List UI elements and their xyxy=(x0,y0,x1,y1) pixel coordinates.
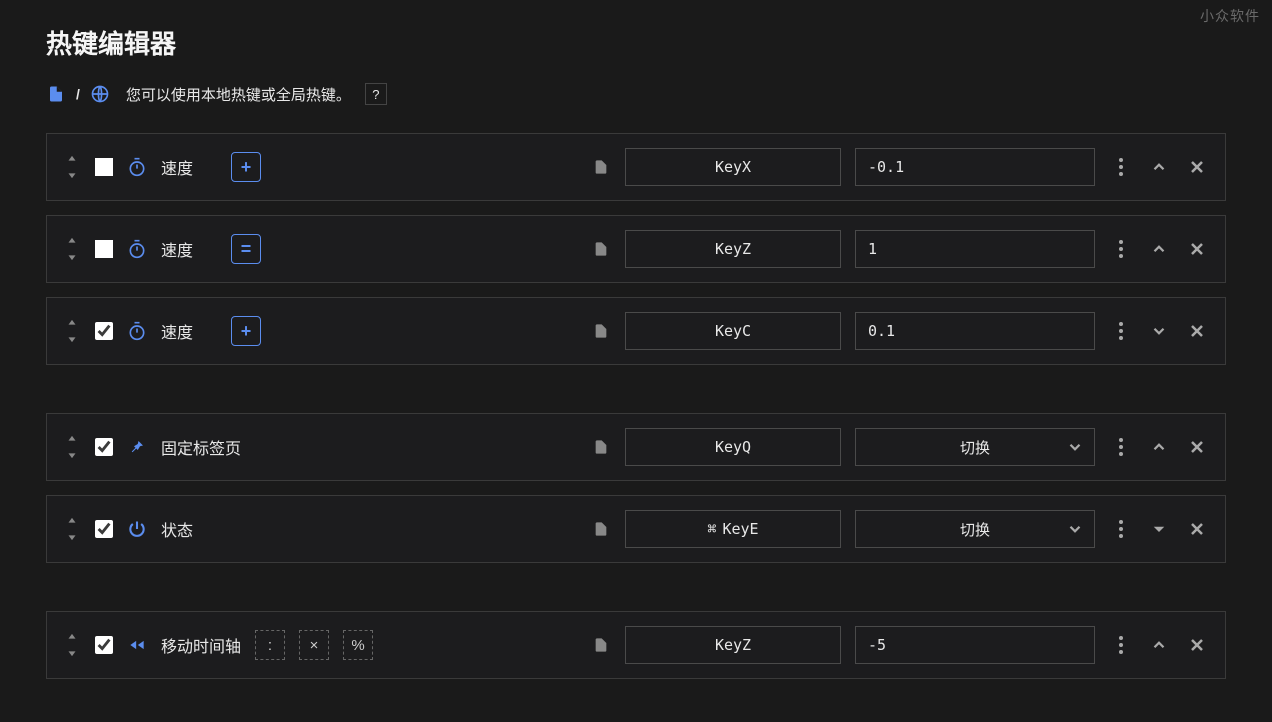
row-label: 移动时间轴 xyxy=(161,633,241,657)
row-label: 固定标签页 xyxy=(161,435,241,459)
drag-handle[interactable] xyxy=(63,515,81,543)
mode-select[interactable]: 切换 xyxy=(855,510,1095,548)
help-button[interactable]: ? xyxy=(365,83,387,105)
expand-button[interactable] xyxy=(1147,319,1171,343)
file-icon xyxy=(46,84,66,104)
info-text: 您可以使用本地热键或全局热键。 xyxy=(126,84,351,105)
hotkey-row: 速度 = KeyZ xyxy=(46,215,1226,283)
enable-checkbox[interactable] xyxy=(95,158,113,176)
delete-button[interactable] xyxy=(1185,435,1209,459)
power-icon xyxy=(127,519,147,539)
more-button[interactable] xyxy=(1109,435,1133,459)
expand-button[interactable] xyxy=(1147,435,1171,459)
drag-handle[interactable] xyxy=(63,433,81,461)
mode-select[interactable]: 切换 xyxy=(855,428,1095,466)
drag-handle[interactable] xyxy=(63,153,81,181)
expand-button[interactable] xyxy=(1147,237,1171,261)
hotkey-editor-panel: 热键编辑器 / 您可以使用本地热键或全局热键。 ? 速度 + KeyX 速度 = xyxy=(0,0,1272,703)
key-input[interactable]: KeyX xyxy=(625,148,841,186)
operator-button[interactable]: + xyxy=(231,316,261,346)
info-row: / 您可以使用本地热键或全局热键。 ? xyxy=(46,83,1226,105)
stopwatch-icon xyxy=(127,157,147,177)
scope-icon xyxy=(593,323,609,339)
more-button[interactable] xyxy=(1109,633,1133,657)
hotkey-row: 速度 + KeyX xyxy=(46,133,1226,201)
rewind-icon xyxy=(127,635,147,655)
expand-button[interactable] xyxy=(1147,155,1171,179)
enable-checkbox[interactable] xyxy=(95,636,113,654)
scope-icon xyxy=(593,241,609,257)
enable-checkbox[interactable] xyxy=(95,438,113,456)
more-button[interactable] xyxy=(1109,237,1133,261)
hotkey-row: 固定标签页 KeyQ 切换 xyxy=(46,413,1226,481)
enable-checkbox[interactable] xyxy=(95,520,113,538)
operator-button[interactable]: + xyxy=(231,152,261,182)
row-label: 状态 xyxy=(161,517,193,541)
value-input[interactable] xyxy=(855,626,1095,664)
row-label: 速度 xyxy=(161,319,217,343)
scope-icon xyxy=(593,159,609,175)
operator-button[interactable]: = xyxy=(231,234,261,264)
stopwatch-icon xyxy=(127,321,147,341)
stopwatch-icon xyxy=(127,239,147,259)
delete-button[interactable] xyxy=(1185,633,1209,657)
drag-handle[interactable] xyxy=(63,317,81,345)
key-input[interactable]: KeyZ xyxy=(625,230,841,268)
key-input[interactable]: KeyC xyxy=(625,312,841,350)
more-button[interactable] xyxy=(1109,517,1133,541)
value-input[interactable] xyxy=(855,312,1095,350)
key-input[interactable]: KeyZ xyxy=(625,626,841,664)
scope-icon xyxy=(593,521,609,537)
tag-button[interactable]: × xyxy=(299,630,329,660)
hotkey-rows: 速度 + KeyX 速度 = KeyZ 速度 + KeyC xyxy=(46,133,1226,679)
row-label: 速度 xyxy=(161,237,217,261)
drag-handle[interactable] xyxy=(63,235,81,263)
tag-button[interactable]: : xyxy=(255,630,285,660)
page-title: 热键编辑器 xyxy=(46,24,1226,61)
delete-button[interactable] xyxy=(1185,155,1209,179)
row-label: 速度 xyxy=(161,155,217,179)
enable-checkbox[interactable] xyxy=(95,240,113,258)
value-input[interactable] xyxy=(855,230,1095,268)
enable-checkbox[interactable] xyxy=(95,322,113,340)
hotkey-row: 移动时间轴: ×% KeyZ xyxy=(46,611,1226,679)
delete-button[interactable] xyxy=(1185,319,1209,343)
delete-button[interactable] xyxy=(1185,517,1209,541)
value-input[interactable] xyxy=(855,148,1095,186)
tag-button[interactable]: % xyxy=(343,630,373,660)
pin-icon xyxy=(127,437,147,457)
more-button[interactable] xyxy=(1109,319,1133,343)
scope-icon xyxy=(593,439,609,455)
key-input[interactable]: ⌘KeyE xyxy=(625,510,841,548)
expand-button[interactable] xyxy=(1147,517,1171,541)
drag-handle[interactable] xyxy=(63,631,81,659)
hotkey-row: 状态 ⌘KeyE 切换 xyxy=(46,495,1226,563)
expand-button[interactable] xyxy=(1147,633,1171,657)
delete-button[interactable] xyxy=(1185,237,1209,261)
separator: / xyxy=(76,86,80,102)
hotkey-row: 速度 + KeyC xyxy=(46,297,1226,365)
globe-icon xyxy=(90,84,110,104)
more-button[interactable] xyxy=(1109,155,1133,179)
watermark-text: 小众软件 xyxy=(1200,6,1260,26)
key-input[interactable]: KeyQ xyxy=(625,428,841,466)
scope-icon xyxy=(593,637,609,653)
